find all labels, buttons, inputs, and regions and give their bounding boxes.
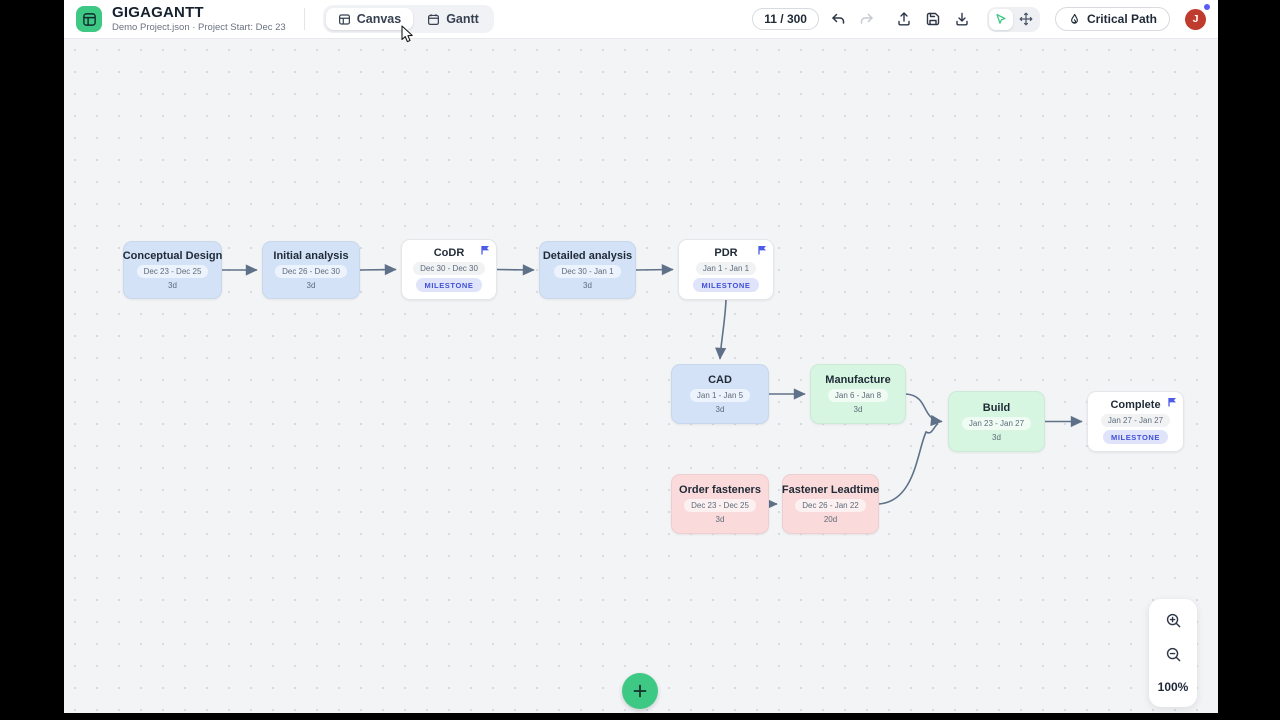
task-dates: Jan 23 - Jan 27 [962,417,1031,430]
canvas[interactable]: Conceptual DesignDec 23 - Dec 253dInitia… [64,39,1218,713]
task-dates: Dec 23 - Dec 25 [137,265,209,278]
connector-fastener-leadtime-to-build [879,424,938,505]
task-title: Detailed analysis [543,250,632,262]
zoom-in-icon [1165,612,1182,629]
avatar[interactable]: J [1185,9,1206,30]
task-duration: 3d [716,405,725,414]
tab-canvas-label: Canvas [357,12,401,26]
task-title: Order fasteners [679,484,761,496]
critical-path-button[interactable]: Critical Path [1055,7,1170,31]
redo-button[interactable] [857,9,877,29]
connector-initial-analysis-to-codr [360,270,396,271]
app-logo[interactable] [76,6,102,32]
task-title: Conceptual Design [123,250,223,262]
plus-icon [632,683,648,699]
save-icon [925,11,941,27]
task-title: CAD [708,374,732,386]
app-window: GIGAGANTT Demo Project.json · Project St… [64,0,1218,713]
upload-button[interactable] [894,9,914,29]
view-switcher: Canvas Gantt [323,5,494,33]
task-title: Build [983,402,1011,414]
task-dates: Jan 6 - Jan 8 [828,389,888,402]
user-menu[interactable]: J [1185,9,1206,30]
header-divider [304,8,305,30]
zoom-out-icon [1165,646,1182,663]
zoom-controls: 100% [1149,599,1197,707]
canvas-icon [338,13,351,26]
connector-layer [64,39,1218,713]
flag-icon [758,245,767,255]
task-node-build[interactable]: Build Jan 23 - Jan 27 3d [948,391,1045,452]
task-node-fastener-leadtime[interactable]: Fastener Leadtime Dec 26 - Jan 22 20d [782,474,879,534]
task-duration: 3d [168,281,177,290]
undo-button[interactable] [828,9,848,29]
node-counter: 11 / 300 [752,8,819,30]
connector-manufacture-to-build [906,394,942,422]
task-title: PDR [714,247,737,259]
task-title: Fastener Leadtime [782,484,879,496]
task-dates: Dec 26 - Dec 30 [275,265,347,278]
download-button[interactable] [952,9,972,29]
task-node-detailed-analysis[interactable]: Detailed analysis Dec 30 - Jan 1 3d [539,241,636,299]
undo-icon [830,11,846,27]
task-duration: 3d [992,433,1001,442]
task-duration: 3d [307,281,316,290]
app-header: GIGAGANTT Demo Project.json · Project St… [64,0,1218,39]
task-dates: Dec 30 - Dec 30 [413,262,485,275]
milestone-badge: MILESTONE [416,278,481,292]
pointer-icon [994,12,1008,26]
tool-mode-switcher [987,7,1040,32]
status-dot [1204,4,1210,10]
save-button[interactable] [923,9,943,29]
milestone-badge: MILESTONE [1103,430,1168,444]
connector-pdr-to-cad [720,300,726,359]
flag-icon [481,245,490,255]
task-dates: Jan 27 - Jan 27 [1101,414,1170,427]
project-subtitle: Demo Project.json · Project Start: Dec 2… [112,23,286,33]
task-duration: 20d [824,515,837,524]
layout-icon [82,12,97,27]
task-duration: 3d [583,281,592,290]
download-icon [954,11,970,27]
flame-icon [1068,13,1081,26]
critical-path-label: Critical Path [1087,12,1157,26]
task-title: Manufacture [825,374,890,386]
task-title: CoDR [434,247,465,259]
zoom-level: 100% [1158,680,1189,694]
task-node-initial-analysis[interactable]: Initial analysis Dec 26 - Dec 30 3d [262,241,360,299]
tab-gantt-label: Gantt [446,12,479,26]
milestone-badge: MILESTONE [693,278,758,292]
flag-icon [1168,397,1177,407]
task-node-cad[interactable]: CAD Jan 1 - Jan 5 3d [671,364,769,424]
add-task-button[interactable] [622,673,658,709]
task-title: Complete [1110,399,1160,411]
connector-detailed-analysis-to-pdr [636,270,673,271]
task-dates: Jan 1 - Jan 5 [690,389,750,402]
move-icon [1019,12,1033,26]
task-dates: Dec 23 - Dec 25 [684,499,756,512]
zoom-out-button[interactable] [1165,646,1182,663]
task-node-conceptual-design[interactable]: Conceptual Design Dec 23 - Dec 25 3d [123,241,222,299]
calendar-icon [427,13,440,26]
connector-codr-to-detailed-analysis [497,270,534,271]
tab-canvas[interactable]: Canvas [326,8,413,30]
task-duration: 3d [854,405,863,414]
task-dates: Jan 1 - Jan 1 [696,262,756,275]
task-dates: Dec 30 - Jan 1 [554,265,620,278]
upload-icon [896,11,912,27]
task-node-codr[interactable]: CoDR Dec 30 - Dec 30 MILESTONE [401,239,497,300]
task-node-complete[interactable]: Complete Jan 27 - Jan 27 MILESTONE [1087,391,1184,452]
select-tool-button[interactable] [989,9,1013,30]
zoom-in-button[interactable] [1165,612,1182,629]
task-node-manufacture[interactable]: Manufacture Jan 6 - Jan 8 3d [810,364,906,424]
tab-gantt[interactable]: Gantt [415,8,491,30]
task-duration: 3d [716,515,725,524]
pan-tool-button[interactable] [1014,9,1038,30]
task-node-pdr[interactable]: PDR Jan 1 - Jan 1 MILESTONE [678,239,774,300]
page-title: GIGAGANTT [112,5,286,22]
task-node-order-fasteners[interactable]: Order fasteners Dec 23 - Dec 25 3d [671,474,769,534]
task-dates: Dec 26 - Jan 22 [795,499,865,512]
task-title: Initial analysis [273,250,348,262]
redo-icon [859,11,875,27]
